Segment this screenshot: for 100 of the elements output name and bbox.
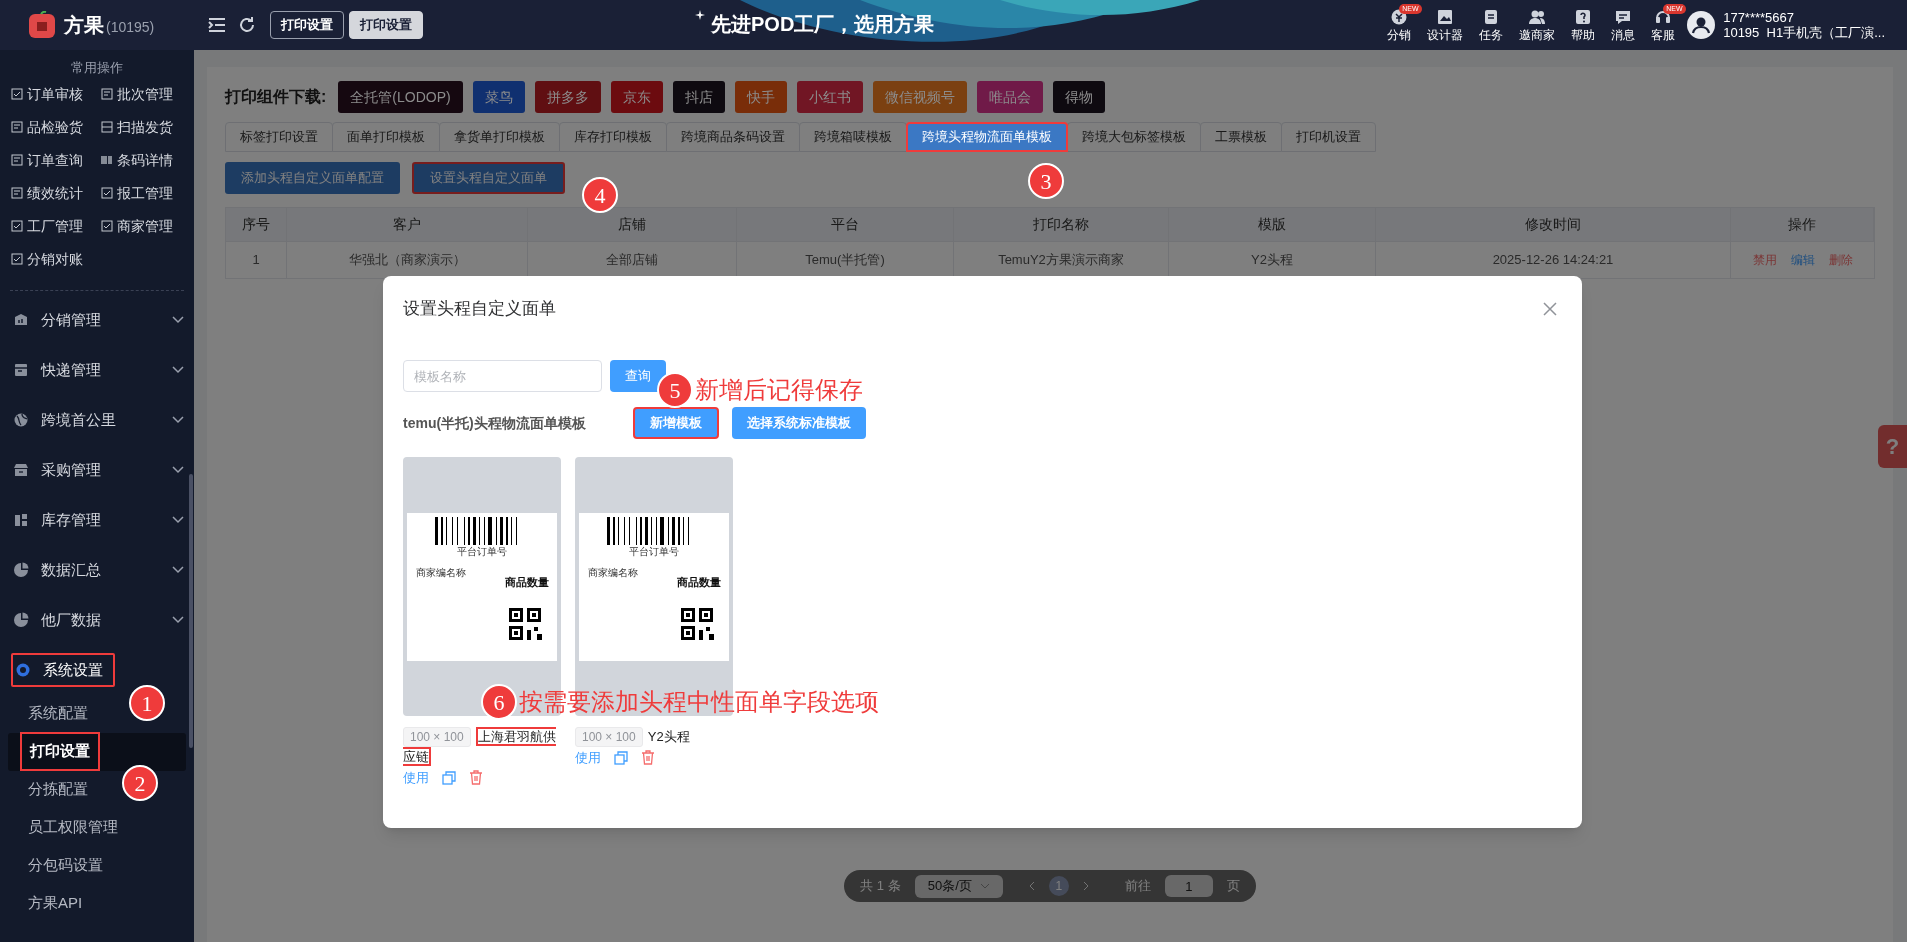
- chevron-down-icon: [979, 883, 990, 889]
- submenu-item[interactable]: 打印设置: [20, 732, 100, 771]
- tool-label[interactable]: 设计器: [1427, 26, 1464, 43]
- tab[interactable]: 标签打印设置: [225, 122, 333, 152]
- shortcut-link[interactable]: 扫描发货: [116, 116, 173, 138]
- checkbox-icon: [11, 253, 23, 265]
- download-button[interactable]: 京东: [610, 81, 663, 113]
- table-cell-text: 1: [252, 251, 260, 270]
- section-label: temu(半托)头程物流面单模板: [403, 413, 587, 433]
- download-button[interactable]: 抖店: [672, 81, 725, 113]
- chevron-down-icon: [172, 615, 184, 624]
- list-icon: [11, 154, 23, 166]
- menu-icon[interactable]: [208, 17, 226, 33]
- chevron-down-icon: [172, 365, 184, 374]
- table-cell-text: Temu(半托管): [805, 251, 885, 270]
- download-button[interactable]: 拼多多: [534, 81, 601, 113]
- blocks-icon: [13, 511, 29, 528]
- chart-box-icon: [13, 311, 29, 328]
- download-button[interactable]: 得物: [1052, 81, 1105, 113]
- tab[interactable]: 工票模板: [1200, 122, 1282, 152]
- submenu-item[interactable]: 方果API: [20, 886, 91, 921]
- page-tab[interactable]: 打印设置: [270, 11, 344, 39]
- menu-item[interactable]: 分销管理: [11, 302, 111, 337]
- tool-label[interactable]: 帮助: [1571, 26, 1596, 43]
- tab[interactable]: 面单打印模板: [332, 122, 440, 152]
- menu-item[interactable]: 采购管理: [11, 452, 111, 487]
- menu-item[interactable]: 数据汇总: [11, 552, 111, 587]
- chevron-left-icon[interactable]: [1028, 881, 1035, 891]
- calendar-icon: [13, 361, 29, 378]
- menu-item[interactable]: 系统设置: [11, 652, 115, 687]
- shortcut-link[interactable]: 条码详情: [116, 149, 173, 171]
- section-title: 常用操作: [70, 59, 124, 77]
- search-field[interactable]: 模板名称: [403, 360, 602, 392]
- trash-icon[interactable]: [641, 750, 655, 766]
- tool-label[interactable]: 任务: [1479, 26, 1504, 43]
- barcode-caption: 平台订单号: [629, 545, 679, 558]
- menu-item[interactable]: 他厂数据: [11, 602, 111, 637]
- chevron-down-icon: [172, 415, 184, 424]
- list-icon: [100, 88, 113, 100]
- app-name: 方果: [64, 13, 104, 38]
- tab[interactable]: 跨境箱唛模板: [799, 122, 907, 152]
- submenu-item[interactable]: 分包码设置: [20, 848, 111, 883]
- trash-icon[interactable]: [469, 770, 483, 786]
- tab[interactable]: 拿货单打印模板: [439, 122, 560, 152]
- checkbox-icon: [100, 187, 113, 199]
- page-tab[interactable]: 打印设置: [349, 11, 423, 39]
- shortcut-link[interactable]: 商家管理: [116, 215, 173, 237]
- tab[interactable]: 跨境头程物流面单模板: [906, 122, 1068, 152]
- submenu-item[interactable]: 分拣配置: [20, 772, 96, 807]
- chevron-right-icon[interactable]: [1082, 881, 1089, 891]
- shortcut-link[interactable]: 订单查询: [27, 149, 83, 171]
- chevron-down-icon: [172, 515, 184, 524]
- sparkle-icon: [695, 10, 705, 20]
- column-header: 客户: [393, 215, 421, 234]
- company-name: 10195 H1手机壳（工厂演...: [1723, 25, 1885, 40]
- column-header: 修改时间: [1525, 215, 1581, 234]
- column-header: 操作: [1788, 215, 1816, 234]
- shortcut-link[interactable]: 报工管理: [116, 182, 173, 204]
- qr-code-drawing: [509, 607, 543, 642]
- shortcut-link[interactable]: 绩效统计: [27, 182, 83, 204]
- shortcut-link[interactable]: 批次管理: [116, 83, 173, 105]
- quantity-field: 商品数量: [677, 575, 721, 589]
- help-icon[interactable]: [1574, 7, 1593, 26]
- menu-item[interactable]: 库存管理: [11, 502, 111, 537]
- ring-icon: [15, 661, 31, 678]
- tool-label[interactable]: 分销: [1387, 26, 1412, 43]
- submenu-item[interactable]: 员工权限管理: [20, 810, 126, 845]
- qr-code-drawing: [681, 607, 715, 642]
- column-header: 打印名称: [1033, 215, 1089, 234]
- shortcut-link[interactable]: 订单审核: [27, 83, 83, 105]
- tab[interactable]: 库存打印模板: [559, 122, 667, 152]
- menu-item[interactable]: 快递管理: [11, 352, 111, 387]
- menu-item[interactable]: 跨境首公里: [11, 402, 126, 437]
- tool-label[interactable]: 客服: [1651, 26, 1676, 43]
- tool-label[interactable]: 邀商家: [1519, 26, 1556, 43]
- close-icon[interactable]: [1543, 302, 1557, 316]
- picture-icon[interactable]: [1436, 7, 1455, 26]
- submenu-item[interactable]: 系统配置: [20, 696, 96, 731]
- refresh-icon[interactable]: [238, 16, 256, 34]
- slogan: 先进POD工厂，选用方果: [711, 12, 935, 37]
- download-button[interactable]: 全托管(LODOP): [338, 81, 463, 113]
- shortcut-link[interactable]: 分销对账: [27, 248, 83, 270]
- download-button[interactable]: 菜鸟: [472, 81, 525, 113]
- tab[interactable]: 跨境大包标签模板: [1067, 122, 1201, 152]
- pie-chart-icon: [13, 561, 29, 578]
- avatar-icon[interactable]: [1687, 11, 1716, 39]
- barcode-caption: 平台订单号: [457, 545, 507, 558]
- tool-label[interactable]: 消息: [1611, 26, 1636, 43]
- chevron-down-icon: [172, 465, 184, 474]
- shortcut-link[interactable]: 品检验货: [27, 116, 83, 138]
- download-label: 打印组件下载:: [225, 87, 327, 107]
- pie-chart-icon: [13, 611, 29, 628]
- table-cell-text: 华强北（商家演示）: [348, 251, 466, 270]
- tab[interactable]: 打印机设置: [1281, 122, 1376, 152]
- shortcut-link[interactable]: 工厂管理: [27, 215, 83, 237]
- size-tag: 100 × 100: [403, 727, 471, 747]
- split-box-icon: [100, 121, 113, 133]
- user-phone: 177****5667: [1723, 10, 1796, 25]
- tab[interactable]: 跨境商品条码设置: [666, 122, 800, 152]
- checkbox-icon: [11, 88, 23, 100]
